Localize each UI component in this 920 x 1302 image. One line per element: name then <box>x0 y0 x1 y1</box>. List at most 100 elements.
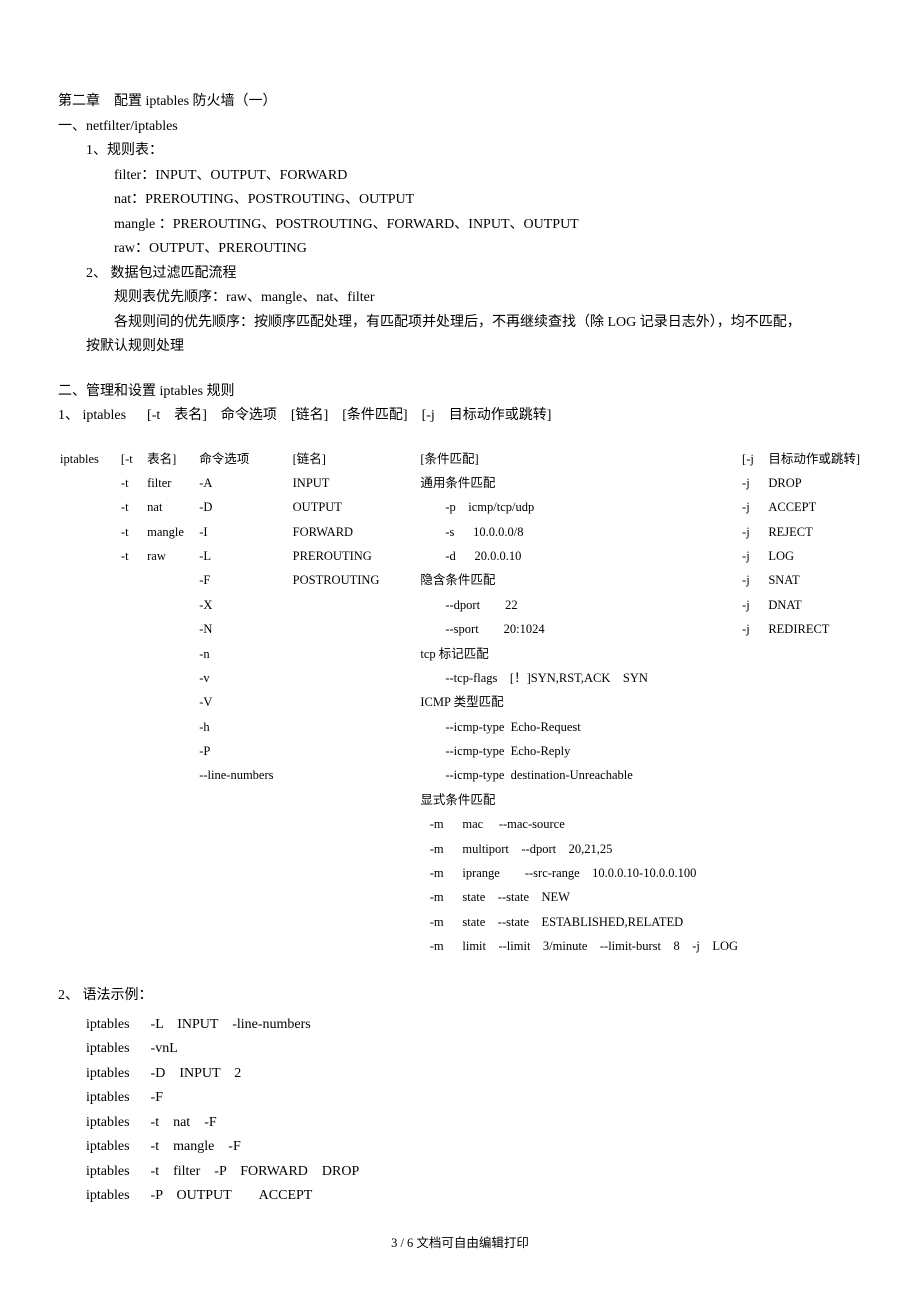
cell <box>145 885 197 909</box>
table-priority: 规则表优先顺序：raw、mangle、nat、filter <box>58 286 862 311</box>
cell <box>766 934 862 958</box>
table-row: -tmangle-IFORWARD -s 10.0.0.0/8-jREJECT <box>58 520 862 544</box>
nat-chains: nat：PREROUTING、POSTROUTING、OUTPUT <box>58 188 862 213</box>
cmd-header-chain: [链名] <box>291 447 419 471</box>
cell: REJECT <box>766 520 862 544</box>
rule-priority-a: 各规则间的优先顺序：按顺序匹配处理，有匹配项并处理后，不再继续查找（除 LOG … <box>58 311 862 336</box>
cell <box>119 739 145 763</box>
table-row: -m state --state ESTABLISHED,RELATED <box>58 910 862 934</box>
cell <box>291 666 419 690</box>
cell <box>58 763 119 787</box>
cell <box>119 568 145 592</box>
cell <box>291 885 419 909</box>
cell: -h <box>197 715 290 739</box>
cell <box>58 788 119 812</box>
chapter-title: 第二章 配置 iptables 防火墙（一） <box>58 90 862 115</box>
cell <box>197 910 290 934</box>
cell <box>58 666 119 690</box>
section-a-item1-label: 1、规则表： <box>58 139 862 164</box>
cmd-header-cond: [条件匹配] <box>418 447 740 471</box>
cell <box>291 642 419 666</box>
cell <box>291 837 419 861</box>
table-row: 显式条件匹配 <box>58 788 862 812</box>
cell <box>197 885 290 909</box>
cell: -j <box>740 617 766 641</box>
cell <box>145 666 197 690</box>
cell <box>145 568 197 592</box>
cell: --line-numbers <box>197 763 290 787</box>
cell <box>58 642 119 666</box>
cell <box>58 885 119 909</box>
cell: LOG <box>766 544 862 568</box>
cell <box>766 763 862 787</box>
cell: FORWARD <box>291 520 419 544</box>
cell <box>119 934 145 958</box>
cell <box>119 593 145 617</box>
cell: --icmp-type Echo-Reply <box>418 739 740 763</box>
raw-chains: raw：OUTPUT、PREROUTING <box>58 237 862 262</box>
cell: tcp 标记匹配 <box>418 642 740 666</box>
cell: raw <box>145 544 197 568</box>
cell <box>58 690 119 714</box>
cell <box>197 861 290 885</box>
cell: --tcp-flags [！]SYN,RST,ACK SYN <box>418 666 740 690</box>
cell: -D <box>197 495 290 519</box>
cell <box>119 861 145 885</box>
cell <box>291 715 419 739</box>
cell: -n <box>197 642 290 666</box>
cell: -j <box>740 568 766 592</box>
cell <box>119 690 145 714</box>
cell: DROP <box>766 471 862 495</box>
cell: -N <box>197 617 290 641</box>
table-row: -m multiport --dport 20,21,25 <box>58 837 862 861</box>
cell <box>119 910 145 934</box>
cell <box>119 642 145 666</box>
cell <box>740 885 766 909</box>
cell: -d 20.0.0.10 <box>418 544 740 568</box>
cell <box>58 544 119 568</box>
cell: -m iprange --src-range 10.0.0.10-10.0.0.… <box>418 861 740 885</box>
example-line: iptables -t mangle -F <box>58 1135 862 1160</box>
cell <box>766 812 862 836</box>
cell: POSTROUTING <box>291 568 419 592</box>
cell <box>766 739 862 763</box>
cell: -m multiport --dport 20,21,25 <box>418 837 740 861</box>
cell: -m state --state NEW <box>418 885 740 909</box>
cell: ICMP 类型匹配 <box>418 690 740 714</box>
cell <box>740 812 766 836</box>
cell <box>291 910 419 934</box>
cell: -v <box>197 666 290 690</box>
cmd-header-tname: 表名] <box>145 447 197 471</box>
example-line: iptables -D INPUT 2 <box>58 1062 862 1087</box>
cell: ACCEPT <box>766 495 862 519</box>
filter-chains: filter：INPUT、OUTPUT、FORWARD <box>58 164 862 189</box>
table-row: --line-numbers --icmp-type destination-U… <box>58 763 862 787</box>
example-line: iptables -P OUTPUT ACCEPT <box>58 1184 862 1209</box>
cell <box>145 763 197 787</box>
section-b-heading: 二、管理和设置 iptables 规则 <box>58 380 862 405</box>
cell <box>740 910 766 934</box>
cmd-header-opt: 命令选项 <box>197 447 290 471</box>
cell: REDIRECT <box>766 617 862 641</box>
cell <box>145 837 197 861</box>
table-row: -VICMP 类型匹配 <box>58 690 862 714</box>
cell: -j <box>740 495 766 519</box>
cell <box>197 788 290 812</box>
table-row: -traw-LPREROUTING -d 20.0.0.10-jLOG <box>58 544 862 568</box>
cell <box>291 617 419 641</box>
example-line: iptables -vnL <box>58 1037 862 1062</box>
cell: -L <box>197 544 290 568</box>
cell: -X <box>197 593 290 617</box>
cell <box>145 642 197 666</box>
cell <box>197 837 290 861</box>
cell: -P <box>197 739 290 763</box>
cell: 显式条件匹配 <box>418 788 740 812</box>
cell <box>58 495 119 519</box>
cell: OUTPUT <box>291 495 419 519</box>
cell <box>145 910 197 934</box>
cell <box>58 934 119 958</box>
cell: -m state --state ESTABLISHED,RELATED <box>418 910 740 934</box>
cell <box>291 812 419 836</box>
cell: --icmp-type Echo-Request <box>418 715 740 739</box>
cell: -A <box>197 471 290 495</box>
